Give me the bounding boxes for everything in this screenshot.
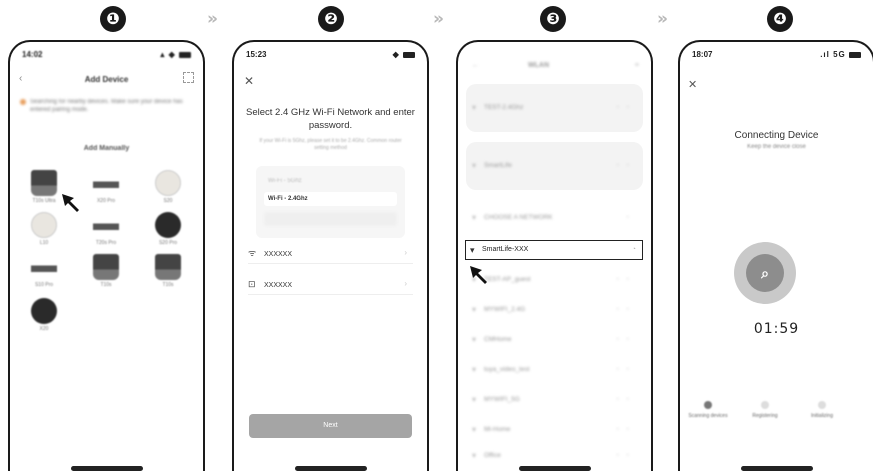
close-icon[interactable]: ✕ [688,78,697,91]
stage-registering: Registering [745,401,785,419]
device-item[interactable]: S20 Pro [146,212,190,246]
page-title: Add Device [84,75,129,84]
next-button[interactable]: Next [249,414,412,438]
device-item[interactable]: X20 Pro [84,170,128,204]
step-3-badge: ❸ [540,6,566,32]
wifi-network[interactable]: TEST-AP_guest◔◔ [470,270,639,290]
phone-add-device: 14:02 ▴ ◆ ‹ Add Device Searching for nea… [8,40,205,471]
stage-initializing: Initializing [802,401,842,419]
wifi-network[interactable]: SmartLife◔◔ [470,156,639,176]
device-item[interactable]: L10 [22,212,66,246]
robot-flat-icon [31,254,57,280]
status-bar: 18:07 .ıl 5G [692,50,861,62]
separator-arrow: » [207,9,218,29]
status-bar: 14:02 ▴ ◆ [22,50,191,62]
robot-round-icon [31,298,57,324]
page-subtitle: Keep the device close [747,144,806,150]
stage-scanning: Scanning devices [688,401,728,419]
status-bar: 15:23 ◆ [246,50,415,62]
robot-station-icon [155,254,181,280]
password-field[interactable]: ⊡ XXXXXX › [248,273,413,295]
robot-round-icon [155,212,181,238]
wifi-band-24ghz[interactable]: Wi-Fi - 2.4Ghz [264,192,397,206]
separator-arrow: » [433,9,444,29]
wifi-network[interactable]: CMHome◔◔ [470,330,639,350]
wifi-row-placeholder [264,212,397,226]
search-icon: ⌕ [746,254,784,292]
device-item[interactable]: T20s Pro [84,212,128,246]
separator-arrow: » [657,9,668,29]
step-1-badge: ❶ [100,6,126,32]
wifi-hint: If your Wi-Fi is 5Ghz, please set it to … [259,138,402,151]
status-time: 15:23 [246,50,267,59]
wifi-icon: ᯤ [248,248,257,258]
status-icons: ◆ [393,50,415,59]
page-title: WLAN [528,62,549,69]
wifi-network[interactable]: tuya_video_test◔◔ [470,360,639,380]
status-icons: ▴ ◆ [160,50,191,59]
device-item[interactable]: S20 [146,170,190,204]
chevron-right-icon: › [404,248,407,257]
wifi-network[interactable]: MYWIFI_2.4G◔◔ [470,300,639,320]
back-icon[interactable]: ← [472,62,479,69]
robot-station-icon [93,254,119,280]
robot-flat-icon [93,170,119,196]
pointer-arrow-icon [470,266,487,284]
ssid-value: XXXXXX [264,251,293,258]
home-indicator [740,466,813,471]
home-indicator [294,466,367,471]
network-section-label: CHOOSE A NETWORK◔ [470,208,639,228]
wifi-network[interactable]: TEST-2.4Ghz◔◔ [470,98,639,118]
scan-icon[interactable] [183,72,194,83]
selected-network[interactable]: SmartLife-XXX◔ [465,240,643,260]
home-indicator [70,466,143,471]
robot-round-icon [31,212,57,238]
search-notice: Searching for nearby devices. Make sure … [20,98,193,122]
status-icons: .ıl 5G [820,50,861,59]
wifi-network[interactable]: Office◔◔ [470,446,639,466]
pointer-arrow-icon [62,194,79,212]
device-item[interactable]: T10s [84,254,128,288]
home-indicator [518,466,591,471]
wifi-network[interactable]: MYWIFI_5G◔◔ [470,390,639,410]
page-title: Connecting Device [734,130,819,141]
wifi-band-5ghz[interactable]: Wi-Fi - 5Ghz [264,174,397,188]
robot-flat-icon [93,212,119,238]
phone-wifi-select: 15:23 ◆ ✕ Select 2.4 GHz Wi-Fi Network a… [232,40,429,471]
lock-icon: ⊡ [248,279,256,289]
step-4-badge: ❹ [767,6,793,32]
device-item[interactable]: S10 Pro [22,254,66,288]
robot-round-icon [155,170,181,196]
password-value: XXXXXX [264,282,293,289]
wifi-network[interactable]: Mi-Home◔◔ [470,420,639,440]
phone-connecting: 18:07 .ıl 5G ✕ Connecting Device Keep th… [678,40,873,471]
device-item[interactable]: X20 [22,298,66,332]
step-2-badge: ❷ [318,6,344,32]
status-time: 18:07 [692,50,713,59]
page-title: Select 2.4 GHz Wi-Fi Network and enter p… [246,107,415,131]
wlan-header: ← WLAN ⌗ [468,62,641,76]
scan-icon[interactable]: ⌗ [635,62,639,70]
robot-station-icon [31,170,57,196]
ssid-field[interactable]: ᯤ XXXXXX › [248,242,413,264]
device-item[interactable]: T10s [146,254,190,288]
section-title: Add Manually [83,145,130,152]
status-time: 14:02 [22,50,43,59]
progress-ring: ⌕ [734,242,796,304]
eye-icon[interactable]: › [404,273,407,295]
countdown-timer: 01:59 [753,321,800,337]
phone-wlan-list: ← WLAN ⌗ TEST-2.4Ghz◔◔ SmartLife◔◔ CHOOS… [456,40,653,471]
close-icon[interactable]: ✕ [244,74,254,88]
wifi-band-card: Wi-Fi - 5Ghz Wi-Fi - 2.4Ghz [256,166,405,238]
